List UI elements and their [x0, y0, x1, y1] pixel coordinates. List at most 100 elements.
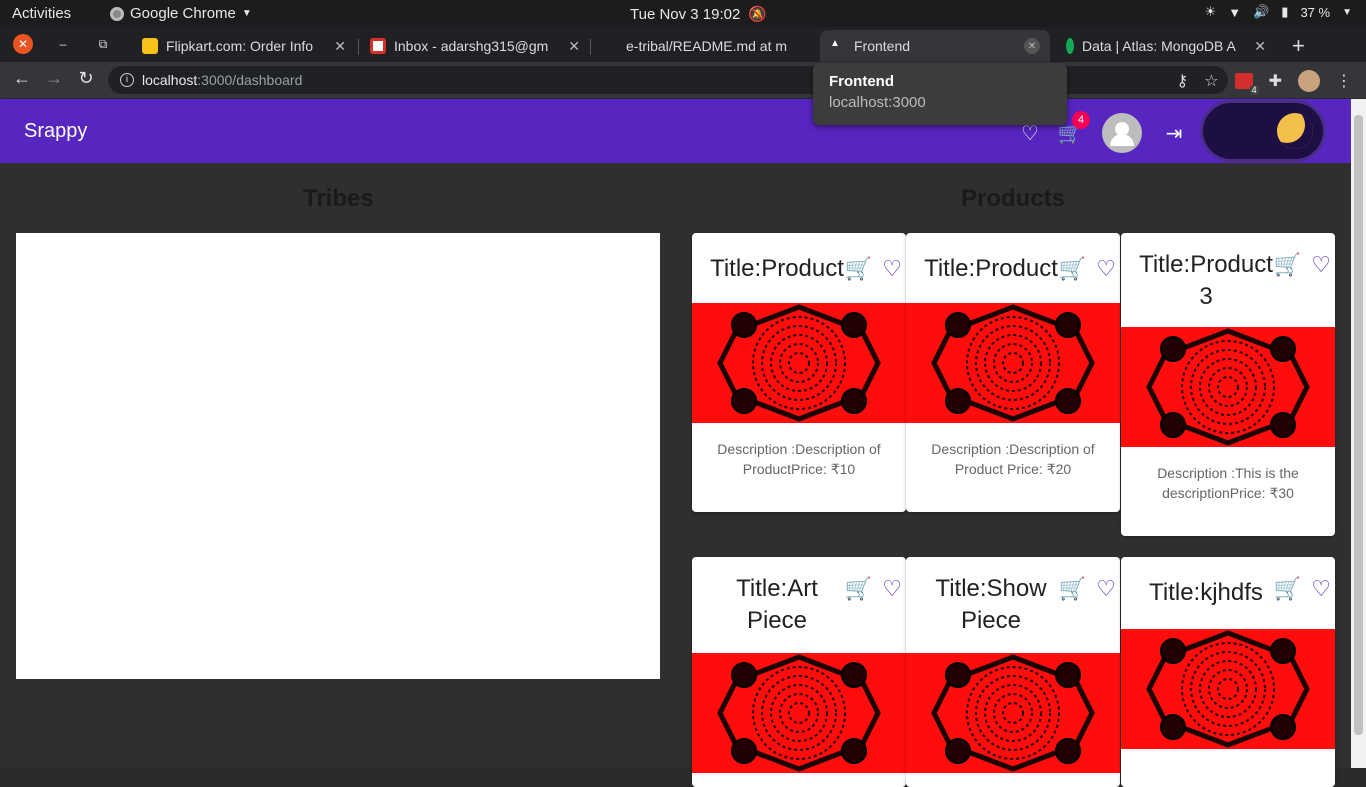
add-to-cart-icon[interactable]: 🛒 [845, 573, 872, 605]
toolbar-actions: ⚷ ☆ 4 ✚ ⋮ [1177, 70, 1352, 95]
tab-title: e-tribal/README.md at m [626, 38, 788, 54]
tab-strip: ✕ – ⧉ Flipkart.com: Order Info ✕ Inbox -… [0, 27, 1366, 62]
app-menu[interactable]: Google Chrome ▼ [110, 5, 252, 22]
product-image [692, 303, 906, 423]
brand-title[interactable]: Srappy [24, 120, 87, 143]
tooltip-url: localhost:3000 [829, 94, 926, 111]
product-card[interactable]: Title:kjhdfs 🛒 ♡ [1121, 557, 1335, 787]
scrollbar-thumb[interactable] [1354, 115, 1363, 735]
tab-flipkart[interactable]: Flipkart.com: Order Info ✕ [132, 30, 356, 62]
tab-title: Flipkart.com: Order Info [166, 38, 314, 54]
user-avatar[interactable] [1102, 113, 1142, 153]
window-close-button[interactable]: ✕ [13, 34, 33, 54]
url-path: :3000/dashboard [197, 72, 303, 88]
product-title: Title:Product 3 [1139, 251, 1273, 310]
chevron-down-icon: ▼ [1342, 6, 1352, 18]
system-top-bar: Activities Google Chrome ▼ Tue Nov 3 19:… [0, 0, 1366, 27]
tribes-heading: Tribes [303, 185, 374, 212]
product-card-header: Title:Art Piece 🛒 ♡ [692, 557, 906, 653]
forward-arrow-icon[interactable]: → [42, 68, 66, 89]
heart-icon[interactable]: ♡ [882, 573, 902, 605]
tribal-art-pattern [717, 654, 881, 772]
tribal-art-pattern [1146, 328, 1310, 446]
key-icon[interactable]: ⚷ [1177, 71, 1189, 91]
product-card[interactable]: Title:Product 3 🛒 ♡ Description :This is… [1121, 233, 1335, 536]
tooltip-title: Frontend [829, 73, 894, 90]
logout-button[interactable]: ⇥ [1154, 115, 1194, 151]
tribal-art-pattern [1146, 630, 1310, 748]
tab-hover-tooltip: Frontend localhost:3000 [813, 63, 1067, 125]
system-tray[interactable]: ☀ ▼ 🔊 ▮ 37 % ▼ [1205, 4, 1352, 20]
close-icon[interactable]: ✕ [334, 38, 346, 55]
logout-icon: ⇥ [1165, 122, 1183, 145]
moon-icon [1277, 113, 1313, 149]
add-to-cart-icon[interactable]: 🛒 [845, 253, 872, 285]
extension-badge: 4 [1249, 85, 1259, 95]
tab-title: Data | Atlas: MongoDB A [1082, 38, 1236, 54]
heart-icon[interactable]: ♡ [1311, 573, 1331, 605]
new-tab-button[interactable]: + [1292, 33, 1305, 59]
product-description: Description :Description of Product Pric… [931, 441, 1095, 477]
tribal-art-pattern [717, 304, 881, 422]
kebab-menu-icon[interactable]: ⋮ [1336, 71, 1352, 91]
product-card[interactable]: Title:Art Piece 🛒 ♡ [692, 557, 906, 787]
product-title: Title:kjhdfs [1149, 579, 1263, 606]
add-to-cart-icon[interactable]: 🛒 [1059, 573, 1086, 605]
heart-icon[interactable]: ♡ [882, 253, 902, 285]
heart-icon[interactable]: ♡ [1096, 253, 1116, 285]
tab-title: Inbox - adarshg315@gm [394, 38, 549, 54]
product-card[interactable]: Title:Product 🛒 ♡ Description :Descripti… [692, 233, 906, 512]
clock[interactable]: Tue Nov 3 19:02 🔕 [630, 5, 768, 24]
products-heading: Products [961, 185, 1066, 212]
frontend-favicon-icon: ▲ [830, 38, 840, 49]
github-favicon-icon [602, 38, 618, 54]
tab-mongodb[interactable]: Data | Atlas: MongoDB A ✕ [1056, 30, 1276, 62]
tab-gmail[interactable]: Inbox - adarshg315@gm ✕ [360, 30, 590, 62]
product-card[interactable]: Title:Product 🛒 ♡ Description :Descripti… [906, 233, 1120, 512]
person-body-shape [1110, 134, 1134, 146]
tab-separator [590, 39, 591, 55]
tab-frontend[interactable]: ▲ Frontend ✕ [820, 30, 1050, 62]
info-icon[interactable]: i [120, 73, 134, 87]
activities-button[interactable]: Activities [12, 5, 71, 22]
product-title: Title:Art Piece [736, 575, 818, 634]
add-to-cart-icon[interactable]: 🛒 [1274, 573, 1301, 605]
heart-icon[interactable]: ♡ [1096, 573, 1116, 605]
product-card[interactable]: Title:Show Piece 🛒 ♡ [906, 557, 1120, 787]
product-image [1121, 629, 1335, 749]
notifications-off-icon: 🔕 [748, 6, 768, 23]
star-icon[interactable]: ☆ [1204, 71, 1218, 91]
reload-icon[interactable]: ↻ [74, 68, 98, 89]
close-icon[interactable]: ✕ [1024, 38, 1040, 54]
add-to-cart-icon[interactable]: 🛒 [1059, 253, 1086, 285]
puzzle-icon[interactable]: ✚ [1269, 71, 1282, 91]
product-title: Title:Product [924, 255, 1058, 282]
add-to-cart-icon[interactable]: 🛒 [1274, 249, 1301, 281]
heart-icon[interactable]: ♡ [1311, 249, 1331, 281]
product-card-header: Title:Product 🛒 ♡ [906, 233, 1120, 303]
tab-github[interactable]: e-tribal/README.md at m [592, 30, 818, 62]
profile-avatar[interactable] [1298, 70, 1320, 92]
tribal-art-pattern [931, 654, 1095, 772]
product-card-header: Title:Show Piece 🛒 ♡ [906, 557, 1120, 653]
battery-label: 37 % [1300, 4, 1331, 20]
product-title: Title:Show Piece [935, 575, 1047, 634]
window-restore-button[interactable]: ⧉ [93, 34, 113, 54]
window-minimize-button[interactable]: – [53, 34, 73, 54]
theme-toggle[interactable] [1200, 100, 1326, 162]
app-menu-label: Google Chrome [130, 5, 236, 22]
battery-icon: ▮ [1281, 4, 1289, 19]
brightness-icon: ☀ [1204, 4, 1217, 19]
dashboard-content: Tribes Products Title:Product 🛒 ♡ Descri… [0, 163, 1351, 787]
extension-icon[interactable]: 4 [1234, 73, 1259, 95]
product-image [1121, 327, 1335, 447]
close-icon[interactable]: ✕ [1254, 38, 1266, 55]
back-arrow-icon[interactable]: ← [10, 68, 34, 89]
product-description: Description :This is the descriptionPric… [1157, 465, 1299, 501]
product-title: Title:Product [710, 255, 844, 282]
chrome-icon [110, 6, 124, 21]
close-icon[interactable]: ✕ [568, 38, 580, 55]
gmail-favicon-icon [370, 38, 386, 54]
product-card-header: Title:kjhdfs 🛒 ♡ [1121, 557, 1335, 629]
page-scrollbar[interactable] [1351, 99, 1366, 768]
